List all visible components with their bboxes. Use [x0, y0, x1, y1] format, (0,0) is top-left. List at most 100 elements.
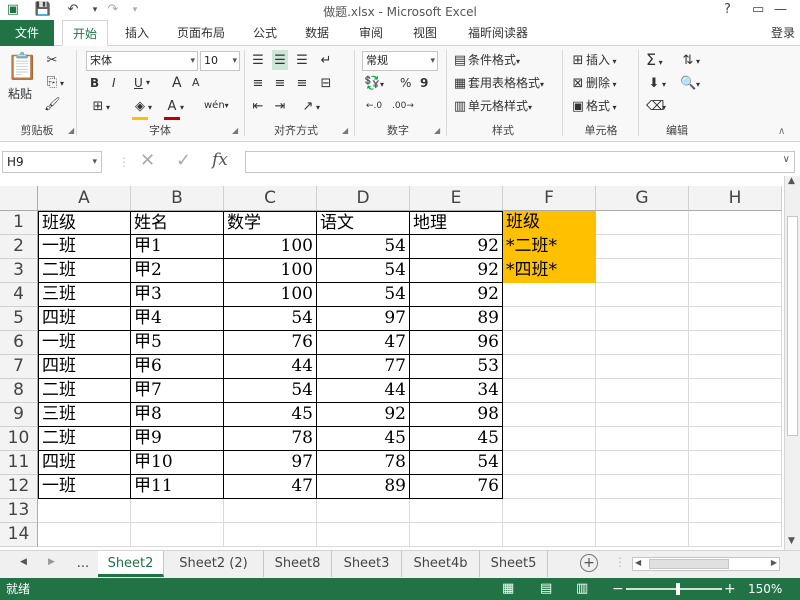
- cell-a8[interactable]: 二班: [38, 379, 131, 403]
- scroll-right-icon[interactable]: ▶: [771, 558, 777, 567]
- sheet-tab[interactable]: Sheet3: [332, 551, 402, 577]
- cell-g7[interactable]: [596, 355, 689, 379]
- cell-c4[interactable]: 100: [224, 283, 317, 307]
- row-header-1[interactable]: 1: [0, 211, 38, 235]
- format-as-table-button[interactable]: ▦ 套用表格格式▾: [452, 73, 544, 93]
- font-color-icon[interactable]: A ▾: [164, 96, 184, 120]
- help-icon[interactable]: ?: [724, 2, 731, 17]
- ribbon-display-icon[interactable]: ▭: [752, 2, 764, 17]
- tab-foxit-reader[interactable]: 福昕阅读器: [456, 20, 540, 46]
- border-icon[interactable]: ⊞ ▾: [90, 96, 110, 116]
- cell-h8[interactable]: [689, 379, 782, 403]
- cell-d9[interactable]: 92: [317, 403, 410, 427]
- scroll-down-icon[interactable]: ▼: [788, 536, 795, 546]
- cell-a6[interactable]: 一班: [38, 331, 131, 355]
- cell-c12[interactable]: 47: [224, 475, 317, 499]
- cell-f5[interactable]: [503, 307, 596, 331]
- next-sheet-icon[interactable]: ▶: [48, 557, 55, 567]
- shrink-font-button[interactable]: A: [192, 73, 200, 93]
- page-layout-view-icon[interactable]: ▤: [540, 578, 552, 600]
- copy-icon[interactable]: ⎘ ▾: [44, 72, 64, 92]
- cell-b5[interactable]: 甲4: [131, 307, 224, 331]
- prev-sheet-icon[interactable]: ◀: [20, 557, 27, 567]
- cell-b9[interactable]: 甲8: [131, 403, 224, 427]
- tab-file[interactable]: 文件: [0, 20, 54, 46]
- merge-center-icon[interactable]: ⊟: [318, 73, 334, 93]
- cell-b6[interactable]: 甲5: [131, 331, 224, 355]
- paste-icon[interactable]: 📋: [6, 52, 38, 82]
- cell-b13[interactable]: [131, 499, 224, 523]
- cell-h14[interactable]: [689, 523, 782, 547]
- cell-e3[interactable]: 92: [410, 259, 503, 283]
- row-header-11[interactable]: 11: [0, 451, 38, 475]
- cell-e8[interactable]: 34: [410, 379, 503, 403]
- cell-h13[interactable]: [689, 499, 782, 523]
- conditional-format-button[interactable]: ▤ 条件格式▾: [452, 50, 520, 70]
- column-header-h[interactable]: H: [689, 186, 782, 211]
- cell-c1[interactable]: 数学: [224, 211, 317, 235]
- cell-c3[interactable]: 100: [224, 259, 317, 283]
- cell-b10[interactable]: 甲9: [131, 427, 224, 451]
- fill-icon[interactable]: ⬇ ▾: [646, 73, 666, 93]
- clear-icon[interactable]: ⌫▾: [646, 96, 666, 116]
- phonetic-icon[interactable]: wén▾: [204, 96, 229, 116]
- sort-filter-icon[interactable]: ⇅ ▾: [680, 50, 700, 70]
- cell-d3[interactable]: 54: [317, 259, 410, 283]
- cell-h12[interactable]: [689, 475, 782, 499]
- cell-d14[interactable]: [317, 523, 410, 547]
- row-header-3[interactable]: 3: [0, 259, 38, 283]
- zoom-in-icon[interactable]: +: [724, 578, 736, 600]
- cell-e7[interactable]: 53: [410, 355, 503, 379]
- format-painter-icon[interactable]: 🖌: [44, 94, 61, 114]
- cell-b11[interactable]: 甲10: [131, 451, 224, 475]
- align-center-icon[interactable]: ≡: [272, 73, 288, 93]
- cell-b14[interactable]: [131, 523, 224, 547]
- italic-button[interactable]: I: [112, 73, 116, 93]
- cell-d10[interactable]: 45: [317, 427, 410, 451]
- cell-g2[interactable]: [596, 235, 689, 259]
- cell-d6[interactable]: 47: [317, 331, 410, 355]
- h-scroll-thumb[interactable]: [649, 559, 729, 569]
- collapse-ribbon-icon[interactable]: ∧: [778, 126, 785, 137]
- cell-b3[interactable]: 甲2: [131, 259, 224, 283]
- name-box[interactable]: H9 ▾: [2, 151, 102, 173]
- cell-styles-button[interactable]: ▥ 单元格样式▾: [452, 96, 532, 116]
- cell-d4[interactable]: 54: [317, 283, 410, 307]
- zoom-level[interactable]: 150%: [748, 578, 782, 600]
- align-top-icon[interactable]: ☰: [250, 50, 266, 70]
- cell-e5[interactable]: 89: [410, 307, 503, 331]
- cell-a13[interactable]: [38, 499, 131, 523]
- tab-review[interactable]: 审阅: [350, 20, 392, 46]
- increase-decimal-icon[interactable]: ←.0: [366, 96, 382, 116]
- column-header-b[interactable]: B: [131, 186, 224, 211]
- column-header-a[interactable]: A: [38, 186, 131, 211]
- cell-e6[interactable]: 96: [410, 331, 503, 355]
- cell-h3[interactable]: [689, 259, 782, 283]
- font-launcher-icon[interactable]: ◢: [232, 126, 238, 135]
- cell-b7[interactable]: 甲6: [131, 355, 224, 379]
- tab-splitter-icon[interactable]: ⋮: [614, 555, 626, 569]
- sheet-tab[interactable]: Sheet8: [264, 551, 332, 577]
- row-header-7[interactable]: 7: [0, 355, 38, 379]
- insert-function-button[interactable]: fx: [212, 150, 228, 170]
- row-header-2[interactable]: 2: [0, 235, 38, 259]
- cell-c2[interactable]: 100: [224, 235, 317, 259]
- cell-e9[interactable]: 98: [410, 403, 503, 427]
- cell-f7[interactable]: [503, 355, 596, 379]
- row-header-5[interactable]: 5: [0, 307, 38, 331]
- bold-button[interactable]: B: [90, 73, 99, 93]
- clipboard-launcher-icon[interactable]: ◢: [68, 126, 74, 135]
- column-header-d[interactable]: D: [317, 186, 410, 211]
- cell-b2[interactable]: 甲1: [131, 235, 224, 259]
- sheet-tab-active[interactable]: Sheet2: [98, 551, 164, 577]
- cell-h2[interactable]: [689, 235, 782, 259]
- delete-cells-button[interactable]: ⊠ 删除 ▾: [570, 73, 617, 93]
- cell-a14[interactable]: [38, 523, 131, 547]
- row-header-8[interactable]: 8: [0, 379, 38, 403]
- cell-f8[interactable]: [503, 379, 596, 403]
- row-header-13[interactable]: 13: [0, 499, 38, 523]
- tab-home[interactable]: 开始: [62, 20, 108, 46]
- cell-e2[interactable]: 92: [410, 235, 503, 259]
- autosum-icon[interactable]: Σ ▾: [646, 50, 663, 70]
- cell-g10[interactable]: [596, 427, 689, 451]
